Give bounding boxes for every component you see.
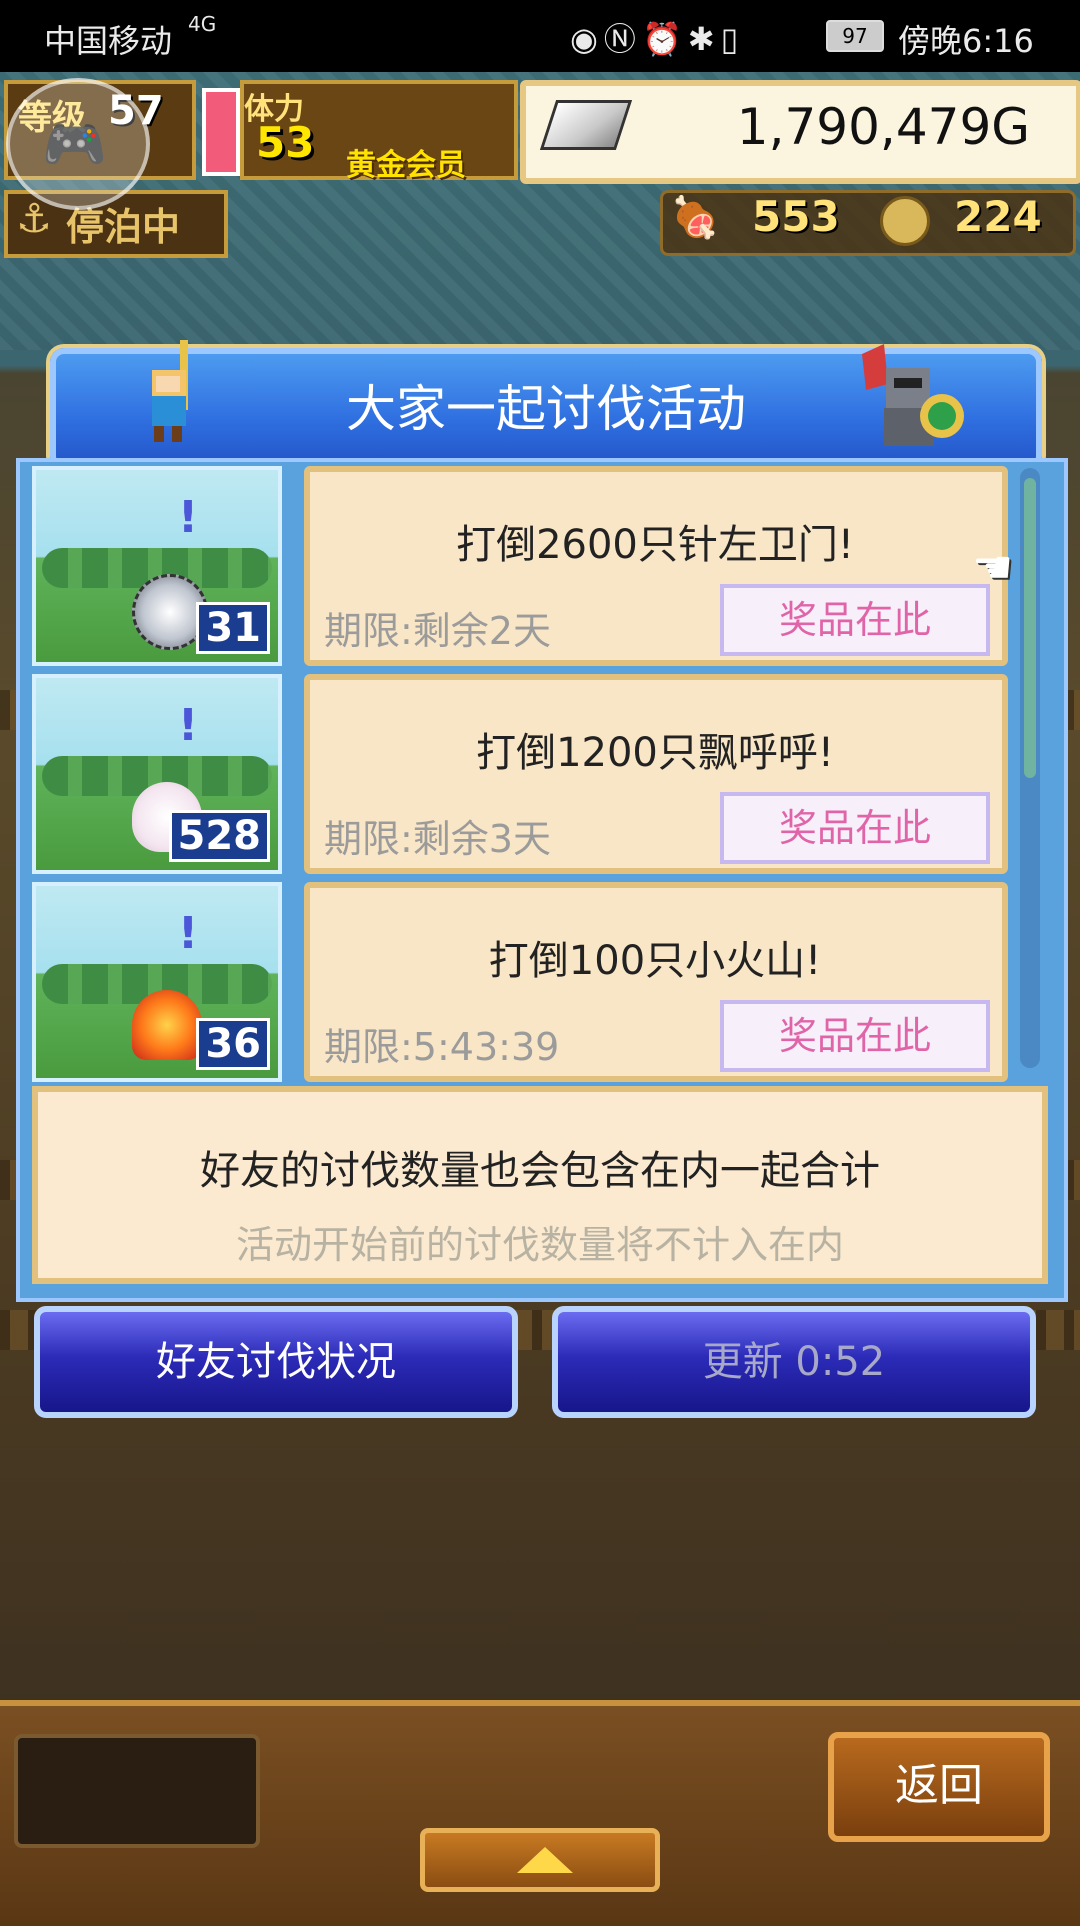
alarm-icon: ⏰ bbox=[641, 20, 688, 58]
info-box: 好友的讨伐数量也会包含在内一起合计 活动开始前的讨伐数量将不计入在内 bbox=[32, 1086, 1048, 1284]
coin-icon bbox=[880, 196, 930, 246]
refresh-button[interactable]: 更新 0:52 bbox=[552, 1306, 1036, 1418]
back-button[interactable]: 返回 bbox=[828, 1732, 1050, 1842]
system-status-bar: 中国移动 4G ◉Ⓝ⏰✱▯ 97 傍晚6:16 bbox=[0, 0, 1080, 72]
vibrate-icon: ▯ bbox=[720, 20, 745, 58]
exclamation-icon: ! bbox=[178, 492, 199, 543]
prize-button[interactable]: 奖品在此 bbox=[720, 584, 990, 656]
pointing-hand-icon: ☚ bbox=[972, 540, 1014, 594]
battery-icon: 97 bbox=[826, 20, 884, 52]
mission-thumbnail: ! 31 bbox=[32, 466, 282, 666]
bluetooth-icon: ✱ bbox=[687, 20, 721, 58]
expand-menu-button[interactable] bbox=[420, 1828, 660, 1892]
fire-monster-icon bbox=[132, 990, 202, 1060]
mission-row[interactable]: ! 528 打倒1200只飘呼呼! 期限:剩余3天 奖品在此 bbox=[32, 674, 1008, 874]
mission-card: 打倒2600只针左卫门! 期限:剩余2天 奖品在此 bbox=[304, 466, 1008, 666]
mission-row[interactable]: ! 36 打倒100只小火山! 期限:5:43:39 奖品在此 bbox=[32, 882, 1008, 1082]
up-arrow-icon bbox=[517, 1847, 573, 1873]
prize-button[interactable]: 奖品在此 bbox=[720, 792, 990, 864]
carrier-name: 中国移动 bbox=[44, 22, 173, 60]
scrollbar-thumb[interactable] bbox=[1024, 478, 1036, 778]
mission-title: 打倒100只小火山! bbox=[488, 938, 822, 984]
exclamation-icon: ! bbox=[178, 700, 199, 751]
mission-title: 打倒2600只针左卫门! bbox=[456, 522, 854, 568]
mission-deadline: 期限:5:43:39 bbox=[324, 1025, 560, 1069]
info-main-text: 好友的讨伐数量也会包含在内一起合计 bbox=[200, 1148, 880, 1194]
mission-card: 打倒100只小火山! 期限:5:43:39 奖品在此 bbox=[304, 882, 1008, 1082]
friends-status-button[interactable]: 好友讨伐状况 bbox=[34, 1306, 518, 1418]
hero-sprite-icon bbox=[152, 340, 188, 442]
network-type: 4G bbox=[188, 12, 217, 36]
money-value: 1,790,479G bbox=[736, 98, 1030, 156]
mission-row[interactable]: ! 31 打倒2600只针左卫门! 期限:剩余2天 奖品在此 bbox=[32, 466, 1008, 666]
floating-gamepad-button[interactable]: 🎮 bbox=[6, 78, 150, 210]
coin-count: 224 bbox=[954, 192, 1042, 241]
gamepad-icon: 🎮 bbox=[42, 115, 107, 175]
meat-count: 553 bbox=[752, 192, 840, 241]
clock: 傍晚6:16 bbox=[898, 22, 1034, 60]
meat-icon: 🍖 bbox=[670, 195, 720, 241]
defeat-count: 528 bbox=[168, 810, 270, 862]
mission-deadline: 期限:剩余2天 bbox=[324, 609, 551, 653]
knight-sprite-icon bbox=[862, 344, 964, 446]
eye-icon: ◉ bbox=[570, 20, 604, 58]
defeat-count: 36 bbox=[196, 1018, 270, 1070]
mission-deadline: 期限:剩余3天 bbox=[324, 817, 551, 861]
mission-thumbnail: ! 528 bbox=[32, 674, 282, 874]
exclamation-icon: ! bbox=[178, 908, 199, 959]
stamina-gauge bbox=[202, 88, 240, 176]
ingot-icon bbox=[539, 100, 633, 150]
info-sub-text: 活动开始前的讨伐数量将不计入在内 bbox=[235, 1223, 844, 1267]
mission-title: 打倒1200只飘呼呼! bbox=[476, 730, 834, 776]
mission-card: 打倒1200只飘呼呼! 期限:剩余3天 奖品在此 bbox=[304, 674, 1008, 874]
prize-button[interactable]: 奖品在此 bbox=[720, 1000, 990, 1072]
membership-badge: 黄金会员 bbox=[346, 148, 466, 183]
mission-thumbnail: ! 36 bbox=[32, 882, 282, 1082]
empty-slot bbox=[14, 1734, 260, 1848]
game-hud: 等级 57 体力 53 黄金会员 1,790,479G ⚓ 停泊中 🍖 553 … bbox=[0, 72, 1080, 262]
defeat-count: 31 bbox=[196, 602, 270, 654]
status-icons: ◉Ⓝ⏰✱▯ bbox=[570, 14, 744, 60]
stamina-value: 53 bbox=[256, 118, 315, 167]
nfc-icon: Ⓝ bbox=[603, 20, 642, 58]
